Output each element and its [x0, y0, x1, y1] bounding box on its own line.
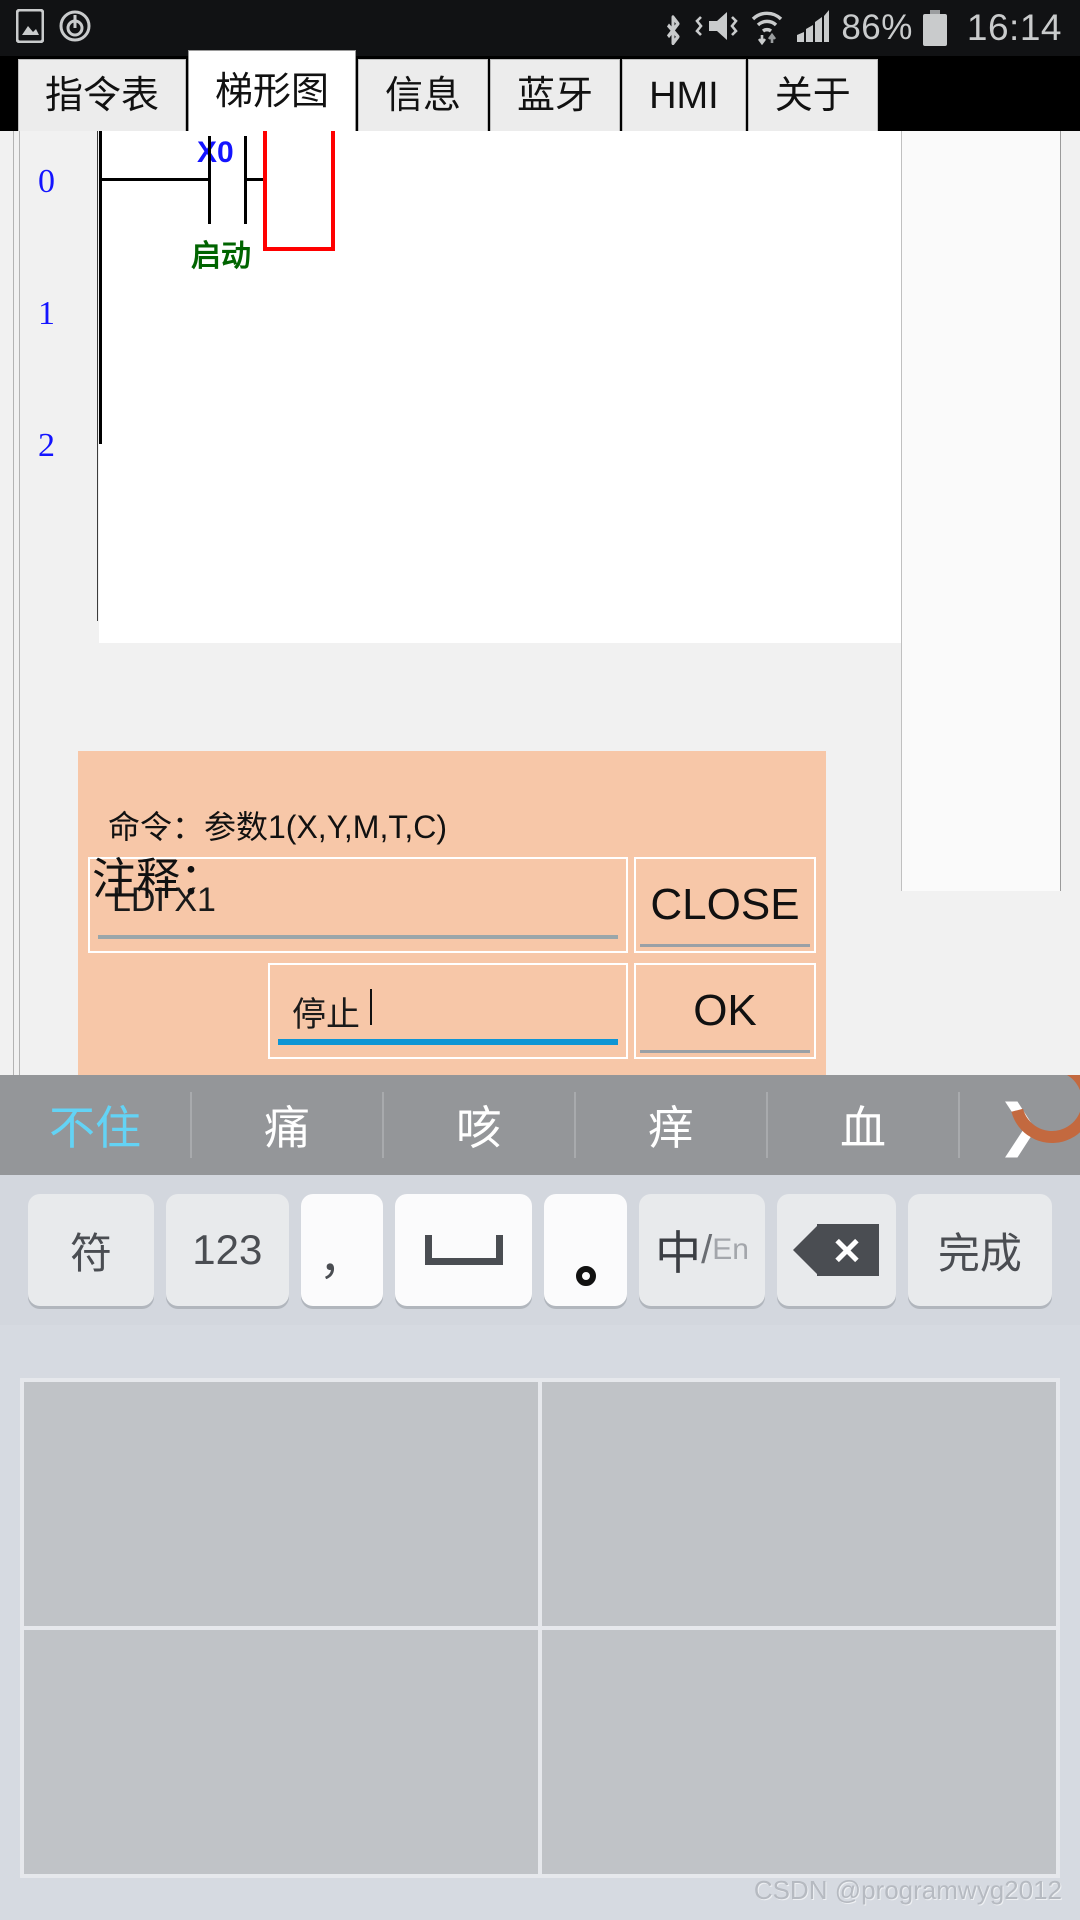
- comment-field-label: 注释：: [92, 855, 224, 904]
- screenshot-icon: [15, 8, 45, 48]
- tab-bar: 指令表 梯形图 信息 蓝牙 HMI 关于: [0, 50, 1080, 131]
- ladder-right-pane: [901, 131, 1061, 891]
- bluetooth-icon: [661, 7, 685, 50]
- keyboard-key-row: 符 123 ， 中 / En 完成: [0, 1175, 1080, 1325]
- ime-candidate-4[interactable]: 血: [768, 1092, 960, 1158]
- battery-percent-label: 86%: [841, 8, 913, 47]
- rung-number-gutter: 0 1 2: [20, 131, 98, 621]
- grid-cell-3[interactable]: [542, 1630, 1056, 1874]
- tab-about[interactable]: 关于: [747, 59, 878, 131]
- grid-cell-0[interactable]: [24, 1382, 538, 1626]
- comment-input-underline: [278, 1039, 618, 1045]
- battery-icon: [922, 10, 947, 46]
- rung-number-1: 1: [38, 295, 55, 332]
- phone-screen: 86% 16:14 指令表 梯形图 信息 蓝牙 HMI 关于 0 1 2 X0: [0, 0, 1080, 1920]
- comment-input[interactable]: 停止: [268, 963, 628, 1059]
- space-key[interactable]: [395, 1194, 533, 1306]
- ime-candidate-3[interactable]: 痒: [576, 1092, 768, 1158]
- ime-candidate-bar: 不住 痛 咳 痒 血 ❯: [0, 1075, 1080, 1175]
- language-en-label: En: [712, 1233, 749, 1266]
- rung-wire-left: [102, 178, 208, 181]
- symbol-key[interactable]: 符: [28, 1194, 155, 1306]
- done-key-label: 完成: [937, 1229, 1022, 1277]
- ime-candidate-1[interactable]: 痛: [192, 1092, 384, 1158]
- grid-cell-2[interactable]: [24, 1630, 538, 1874]
- mute-vibrate-icon: [695, 8, 739, 49]
- ladder-canvas[interactable]: X0 启动: [99, 131, 901, 512]
- status-bar: 86% 16:14: [0, 0, 1080, 56]
- tab-ladder-diagram[interactable]: 梯形图: [188, 50, 357, 131]
- language-cn-label: 中: [655, 1227, 702, 1279]
- contact-bar-left: [208, 136, 211, 224]
- contact-address-label: X0: [197, 136, 234, 169]
- ok-button[interactable]: OK: [634, 963, 816, 1059]
- done-key[interactable]: 完成: [907, 1194, 1052, 1306]
- symbol-key-label: 符: [70, 1229, 113, 1277]
- wifi-icon: [749, 7, 785, 50]
- rung-number-2: 2: [38, 427, 55, 464]
- close-button[interactable]: CLOSE: [634, 857, 816, 953]
- backspace-icon: [793, 1224, 880, 1276]
- language-toggle-key[interactable]: 中 / En: [639, 1194, 766, 1306]
- ime-candidate-2[interactable]: 咳: [384, 1092, 576, 1158]
- lower-grid-panel: [20, 1378, 1060, 1878]
- ok-button-label: OK: [693, 986, 757, 1035]
- contact-comment-label: 启动: [191, 240, 251, 273]
- tab-instruction-list[interactable]: 指令表: [18, 59, 187, 131]
- close-button-label: CLOSE: [650, 880, 800, 929]
- dialog-title: 命令：参数1(X,Y,M,T,C): [108, 809, 448, 845]
- cellular-signal-icon: [795, 8, 831, 49]
- power-saving-icon: [58, 9, 92, 48]
- space-icon: [424, 1235, 503, 1265]
- command-input-underline: [98, 935, 618, 939]
- cell-selection-box[interactable]: [263, 131, 335, 251]
- numeric-key[interactable]: 123: [166, 1194, 289, 1306]
- watermark-label: CSDN @programwyg2012: [753, 1875, 1062, 1905]
- status-bar-right-icons: 86% 16:14: [661, 7, 1080, 50]
- tab-info[interactable]: 信息: [358, 59, 489, 131]
- grid-cell-1[interactable]: [542, 1382, 1056, 1626]
- status-bar-left-icons: [0, 8, 92, 48]
- tab-bluetooth[interactable]: 蓝牙: [490, 59, 621, 131]
- period-key[interactable]: [544, 1194, 628, 1306]
- clock-label: 16:14: [966, 7, 1062, 48]
- vertical-scrollbar[interactable]: [13, 131, 20, 1088]
- ime-candidate-0[interactable]: 不住: [0, 1092, 192, 1158]
- ladder-canvas-lower[interactable]: [99, 512, 901, 643]
- language-separator: /: [701, 1227, 713, 1272]
- tab-hmi[interactable]: HMI: [622, 59, 746, 131]
- ladder-editor-area[interactable]: 0 1 2 X0 启动 命令：参数1(X,Y,M,T,C) LDI X1 CLO…: [0, 131, 1080, 1088]
- period-circle-icon: [575, 1266, 596, 1286]
- comma-key-label: ，: [318, 1232, 365, 1284]
- text-caret: [370, 989, 372, 1025]
- numeric-key-label: 123: [192, 1226, 263, 1273]
- comma-key[interactable]: ，: [300, 1194, 384, 1306]
- comment-input-value: 停止: [292, 996, 360, 1034]
- backspace-key[interactable]: [777, 1194, 896, 1306]
- rung-number-0: 0: [38, 163, 55, 200]
- parameter-dialog: 命令：参数1(X,Y,M,T,C) LDI X1 CLOSE 注释： 停止 OK: [78, 751, 826, 1088]
